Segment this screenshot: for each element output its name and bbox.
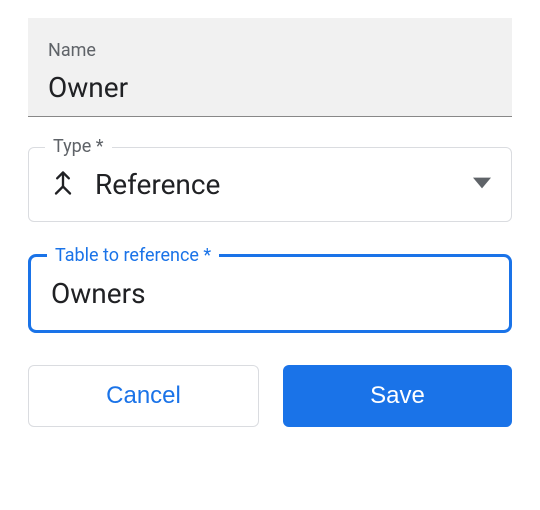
name-field[interactable]: Name Owner [28,18,512,117]
type-value: Reference [95,168,220,201]
cancel-button[interactable]: Cancel [28,365,259,427]
table-reference-value: Owners [51,277,489,310]
table-reference-label: Table to reference * [47,245,219,266]
table-reference-field[interactable]: Table to reference * Owners [28,254,512,333]
button-row: Cancel Save [28,365,512,427]
merge-icon [49,169,77,201]
type-select-content: Reference [49,168,491,201]
type-label: Type * [45,136,112,157]
name-value: Owner [48,71,492,104]
type-field[interactable]: Type * Reference [28,147,512,222]
save-button[interactable]: Save [283,365,512,427]
dropdown-icon [473,175,491,194]
name-label: Name [48,40,492,61]
type-left: Reference [49,168,220,201]
